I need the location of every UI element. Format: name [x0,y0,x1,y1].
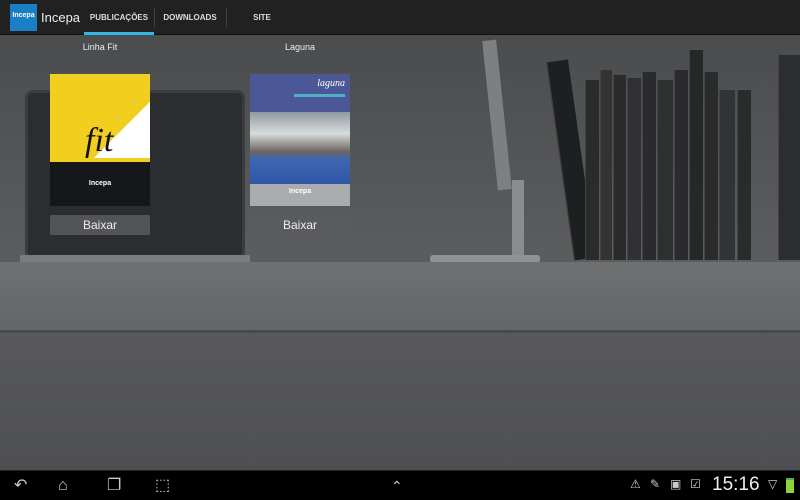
play-store-icon[interactable]: ▣ [670,477,681,491]
tab-site[interactable]: SITE [227,0,297,35]
cover-title: laguna [317,78,345,89]
cover-brand: Incepa [88,180,112,187]
cover-title: fit [85,122,114,159]
recent-apps-icon[interactable]: ❐ [107,476,121,496]
home-icon[interactable]: ⌂ [58,476,68,496]
system-navigation-bar: ↶ ⌂ ❐ ⬚ ⌃ ⚠ ✎ ▣ ☑ 15:16 ▽ [0,470,800,500]
chevron-up-icon[interactable]: ⌃ [391,476,403,496]
back-icon[interactable]: ↶ [14,476,27,496]
download-button-fit[interactable]: Baixar [50,215,150,235]
warning-icon[interactable]: ⚠ [630,477,641,491]
action-bar: Incepa Incepa PUBLICAÇÕES DOWNLOADS SITE [0,0,800,35]
battery-icon [786,478,794,493]
app-title: Incepa [41,10,81,25]
clock: 15:16 [712,474,760,495]
tab-publicacoes[interactable]: PUBLICAÇÕES [84,0,154,35]
pencil-icon[interactable]: ✎ [650,477,660,491]
publication-title: Laguna [284,42,316,52]
publication-title: Linha Fit [82,42,118,52]
publication-cover-laguna[interactable]: laguna Incepa [250,74,350,206]
background-floor [0,333,800,470]
screenshot-icon[interactable]: ⬚ [155,476,170,496]
background-shelf [0,262,800,332]
wifi-icon: ▽ [768,477,778,491]
tab-downloads[interactable]: DOWNLOADS [155,0,225,35]
cover-brand: Incepa [288,188,312,195]
incepa-logo: Incepa [10,4,37,31]
download-button-laguna[interactable]: Baixar [250,215,350,235]
checklist-icon[interactable]: ☑ [690,477,701,491]
background-lamp-post [512,180,524,260]
publication-cover-fit[interactable]: fit Incepa [50,74,150,206]
